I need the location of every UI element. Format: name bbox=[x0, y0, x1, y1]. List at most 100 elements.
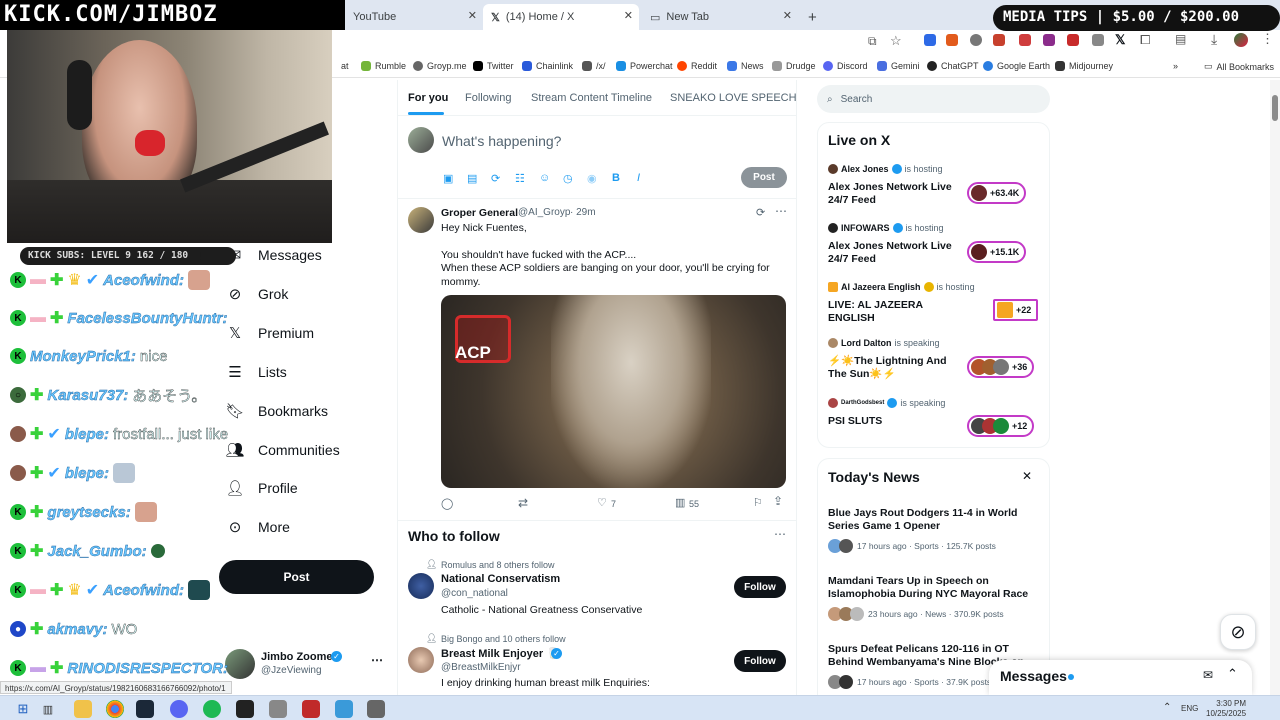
follow-button[interactable]: Follow bbox=[734, 576, 786, 598]
compose-input[interactable]: What's happening? bbox=[442, 133, 561, 149]
grok-icon[interactable]: ⊘ bbox=[1220, 614, 1256, 650]
cast-icon[interactable]: ⧉ bbox=[868, 34, 877, 49]
task-view-icon[interactable]: ▥ bbox=[39, 700, 57, 718]
bookmark-news[interactable]: News bbox=[727, 61, 764, 71]
more-icon[interactable]: ⋯ bbox=[774, 527, 786, 541]
bookmark-x-board[interactable]: /x/ bbox=[582, 61, 606, 71]
tray-chevron-icon[interactable]: ⌃ bbox=[1163, 702, 1171, 713]
all-bookmarks[interactable]: ▭ All Bookmarks bbox=[1204, 61, 1274, 72]
gif-icon[interactable]: ▤ bbox=[467, 172, 477, 185]
bookmark-twitter[interactable]: Twitter bbox=[473, 61, 514, 71]
steam-icon[interactable] bbox=[136, 700, 154, 718]
new-tab-button[interactable]: + bbox=[800, 4, 820, 30]
bookmark-icon[interactable]: ⚐ bbox=[753, 496, 763, 509]
share-icon[interactable]: ⇪ bbox=[773, 494, 783, 508]
post-button[interactable]: Post bbox=[219, 560, 374, 594]
extension-icon[interactable] bbox=[946, 34, 958, 46]
app-icon[interactable] bbox=[269, 700, 287, 718]
tab-for-you[interactable]: For you bbox=[408, 92, 448, 104]
views-icon[interactable]: ▥ bbox=[675, 496, 685, 509]
avatar[interactable] bbox=[1234, 33, 1248, 47]
more-icon[interactable]: ⋯ bbox=[775, 204, 787, 218]
suggestion-name[interactable]: National Conservatism bbox=[441, 573, 560, 585]
nav-profile[interactable]: 👤︎ Profile bbox=[225, 479, 297, 497]
bookmark-chatgpt[interactable]: ChatGPT bbox=[927, 61, 979, 71]
bookmark-midjourney[interactable]: Midjourney bbox=[1055, 61, 1113, 71]
language-indicator[interactable]: ENG bbox=[1181, 704, 1198, 713]
scrollbar-thumb[interactable] bbox=[1272, 95, 1278, 121]
discord-icon[interactable] bbox=[170, 700, 188, 718]
poll-icon[interactable]: ☷ bbox=[515, 172, 525, 185]
follow-button[interactable]: Follow bbox=[734, 650, 786, 672]
live-listener-pill[interactable]: +63.4K bbox=[967, 182, 1027, 204]
app-icon[interactable] bbox=[302, 700, 320, 718]
bold-icon[interactable]: B bbox=[612, 172, 620, 184]
tab-youtube[interactable]: YouTube ✕ bbox=[345, 4, 483, 30]
bookmark-powerchat[interactable]: Powerchat bbox=[616, 61, 673, 71]
more-icon[interactable]: ⋯ bbox=[371, 653, 383, 667]
bookmark-gemini[interactable]: Gemini bbox=[877, 61, 920, 71]
extension-icon[interactable] bbox=[993, 34, 1005, 46]
location-icon[interactable]: ◉ bbox=[587, 172, 597, 185]
extension-icon[interactable] bbox=[924, 34, 936, 46]
app-icon[interactable] bbox=[335, 700, 353, 718]
tab-following[interactable]: Following bbox=[465, 92, 511, 104]
nav-more[interactable]: ⊙ More bbox=[226, 518, 290, 536]
nav-communities[interactable]: 👥︎ Communities bbox=[225, 441, 339, 459]
tweet-handle[interactable]: @AI_Groyp bbox=[518, 207, 570, 218]
reply-icon[interactable]: ◯ bbox=[441, 497, 453, 510]
bookmark-partial[interactable]: at bbox=[341, 61, 349, 71]
tab-x-home[interactable]: 𝕏 (14) Home / X ✕ bbox=[483, 4, 639, 30]
x-extension-icon[interactable]: 𝕏 bbox=[1115, 32, 1125, 48]
extension-icon[interactable] bbox=[1067, 34, 1079, 46]
nav-lists[interactable]: ☰ Lists bbox=[226, 363, 287, 381]
menu-icon[interactable]: ⋮ bbox=[1261, 31, 1274, 47]
live-listener-pill[interactable]: +22 bbox=[993, 299, 1039, 321]
account-switcher[interactable]: Jimbo Zoomer ✓ @JzeViewing ⋯ bbox=[225, 645, 385, 685]
bookmark-rumble[interactable]: Rumble bbox=[361, 61, 406, 71]
like-icon[interactable]: ♡ bbox=[597, 496, 607, 509]
close-icon[interactable]: ✕ bbox=[1022, 469, 1032, 483]
bookmark-groypme[interactable]: Groyp.me bbox=[413, 61, 467, 71]
tab-sneako[interactable]: SNEAKO LOVE SPEECH bbox=[670, 92, 796, 104]
grok-icon[interactable]: ⟳ bbox=[491, 172, 500, 185]
tweet-image[interactable]: ACP bbox=[441, 295, 786, 488]
nav-bookmarks[interactable]: 🔖︎ Bookmarks bbox=[225, 402, 328, 420]
grok-icon[interactable]: ⟳ bbox=[756, 206, 765, 219]
scrollbar[interactable] bbox=[1270, 80, 1280, 695]
italic-icon[interactable]: I bbox=[637, 172, 640, 184]
tweet-author[interactable]: Groper General bbox=[441, 207, 518, 219]
bookmarks-overflow-icon[interactable]: » bbox=[1173, 61, 1178, 71]
bookmark-discord[interactable]: Discord bbox=[823, 61, 868, 71]
extension-icon[interactable] bbox=[1092, 34, 1104, 46]
search-input[interactable]: ⌕ Search bbox=[817, 85, 1050, 113]
emoji-icon[interactable]: ☺ bbox=[539, 172, 550, 184]
bookmark-chainlink[interactable]: Chainlink bbox=[522, 61, 573, 71]
schedule-icon[interactable]: ◷ bbox=[563, 172, 573, 185]
nav-grok[interactable]: ⊘ Grok bbox=[226, 285, 289, 303]
live-listener-pill[interactable]: +15.1K bbox=[967, 241, 1027, 263]
chrome-icon[interactable] bbox=[106, 700, 124, 718]
close-icon[interactable]: ✕ bbox=[624, 9, 633, 22]
compose-post-button[interactable]: Post bbox=[741, 167, 787, 188]
clock[interactable]: 3:30 PM 10/25/2025 bbox=[1206, 699, 1246, 719]
file-explorer-icon[interactable] bbox=[74, 700, 92, 718]
terminal-icon[interactable] bbox=[236, 700, 254, 718]
image-icon[interactable]: ▣ bbox=[443, 172, 453, 185]
close-icon[interactable]: ✕ bbox=[783, 9, 792, 22]
tweet-time[interactable]: · 29m bbox=[570, 207, 596, 218]
tab-stream-content[interactable]: Stream Content Timeline bbox=[531, 92, 652, 104]
windows-start-icon[interactable]: ⊞ bbox=[14, 700, 32, 718]
repost-icon[interactable]: ⇄ bbox=[518, 496, 528, 510]
tab-new-tab[interactable]: ▭ New Tab ✕ bbox=[642, 4, 798, 30]
extension-icon[interactable] bbox=[1019, 34, 1031, 46]
live-listener-pill[interactable]: +36 bbox=[967, 356, 1035, 378]
sidebar-icon[interactable]: ▤ bbox=[1175, 32, 1186, 46]
chevron-up-icon[interactable]: ⌃ bbox=[1227, 666, 1238, 682]
extension-icon[interactable] bbox=[1043, 34, 1055, 46]
puzzle-icon[interactable]: ⧠ bbox=[1140, 32, 1150, 48]
avatar[interactable] bbox=[408, 207, 434, 233]
new-message-icon[interactable]: ✉ bbox=[1203, 668, 1213, 682]
suggestion-name[interactable]: Breast Milk Enjoyer 🥛 bbox=[441, 647, 560, 660]
download-icon[interactable]: ⤓ bbox=[1211, 31, 1217, 48]
